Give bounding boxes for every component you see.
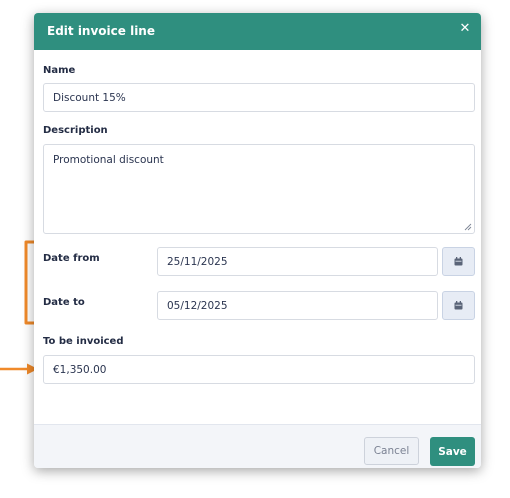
dialog-footer: Cancel Save: [34, 424, 481, 468]
to-be-invoiced-input[interactable]: €1,350.00: [43, 355, 475, 384]
date-from-value: 25/11/2025: [167, 255, 228, 268]
name-label: Name: [43, 65, 76, 76]
name-input[interactable]: Discount 15%: [43, 83, 475, 112]
calendar-icon: [454, 301, 463, 310]
calendar-icon: [454, 257, 463, 266]
date-from-calendar-button[interactable]: [442, 247, 475, 276]
cancel-button[interactable]: Cancel: [364, 437, 419, 465]
date-to-value: 05/12/2025: [167, 299, 228, 312]
description-value: Promotional discount: [53, 154, 164, 166]
save-button[interactable]: Save: [430, 437, 475, 466]
description-textarea[interactable]: Promotional discount: [43, 144, 475, 234]
dialog-title: Edit invoice line: [47, 24, 155, 38]
to-be-invoiced-label: To be invoiced: [43, 336, 124, 347]
name-input-value: Discount 15%: [53, 91, 126, 104]
date-to-calendar-button[interactable]: [442, 291, 475, 320]
to-be-invoiced-value: €1,350.00: [53, 363, 107, 376]
dialog-header: Edit invoice line ✕: [34, 13, 481, 50]
close-icon[interactable]: ✕: [458, 22, 472, 36]
date-to-label: Date to: [43, 297, 85, 308]
date-from-input[interactable]: 25/11/2025: [157, 247, 438, 276]
date-from-label: Date from: [43, 253, 100, 264]
edit-invoice-line-dialog: Edit invoice line ✕ Name Discount 15% De…: [34, 13, 481, 468]
date-to-input[interactable]: 05/12/2025: [157, 291, 438, 320]
description-label: Description: [43, 125, 108, 136]
resize-grip-icon[interactable]: [464, 223, 472, 231]
